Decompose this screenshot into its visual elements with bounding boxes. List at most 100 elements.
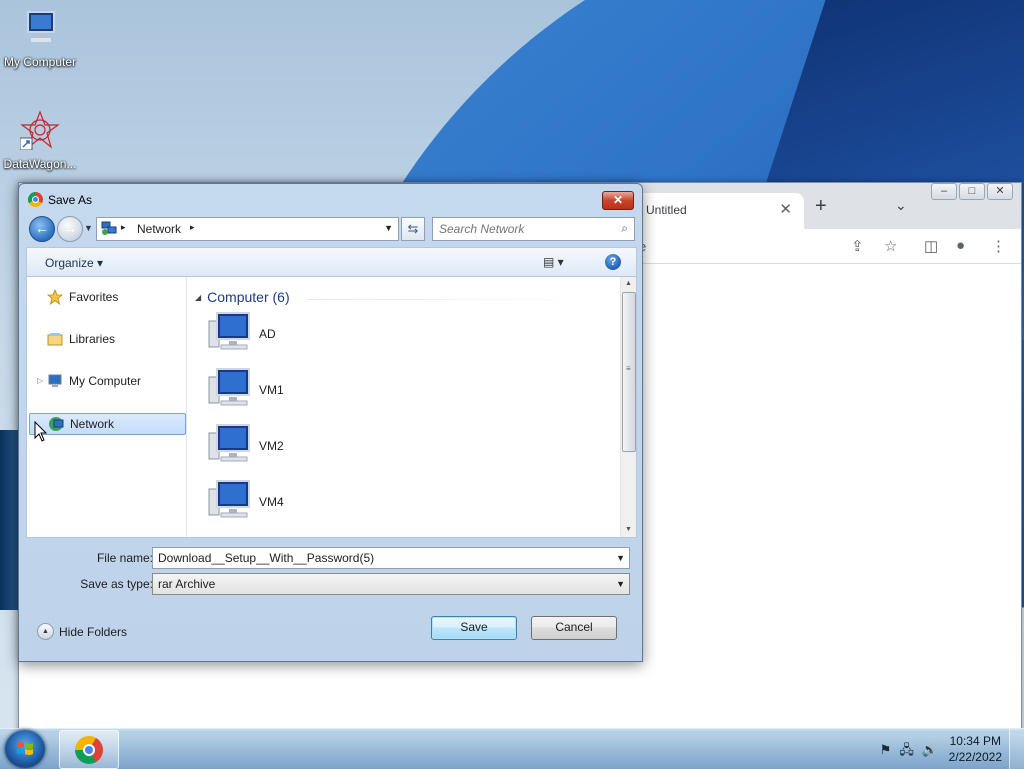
tab-title: Untitled [646, 203, 687, 217]
group-header[interactable]: ◢ Computer (6) [195, 289, 290, 305]
browser-tab[interactable]: Untitled ✕ [634, 193, 804, 229]
star-icon[interactable]: ☆ [884, 237, 897, 255]
save-type-value[interactable]: rar Archive [158, 577, 215, 591]
tab-close-icon[interactable]: ✕ [779, 200, 792, 218]
start-button[interactable] [5, 730, 45, 768]
profile-icon[interactable]: ● [956, 237, 965, 254]
system-tray: ⚑ 🖧 🔊 [872, 741, 938, 763]
dialog-body: Favorites Libraries ▷ My Computer Networ… [26, 276, 637, 538]
computer-name: VM1 [259, 383, 284, 397]
maximize-button[interactable]: □ [959, 183, 985, 200]
desktop-icon-label: My Computer [3, 55, 77, 69]
scroll-down-arrow-icon[interactable]: ▼ [621, 523, 636, 537]
clock-date: 2/22/2022 [948, 750, 1002, 764]
change-view-button[interactable]: ▤ ▾ [543, 255, 564, 269]
nav-item-label: Network [70, 417, 115, 431]
file-name-value[interactable]: Download__Setup__With__Password(5) [158, 551, 374, 565]
search-icon[interactable]: ⌕ [621, 221, 628, 236]
menu-icon[interactable]: ⋮ [991, 237, 1006, 255]
computer-icon [208, 424, 250, 462]
forward-button[interactable]: → [57, 216, 83, 242]
back-button[interactable]: ← [29, 216, 55, 242]
search-box[interactable]: ⌕ [432, 217, 635, 241]
close-window-button[interactable]: ✕ [987, 183, 1013, 200]
desktop-icon-my-computer[interactable]: My Computer [0, 8, 80, 69]
computer-icon [208, 368, 250, 406]
network-tray-icon[interactable]: 🖧 [899, 742, 914, 757]
list-item[interactable]: AD [205, 311, 405, 359]
command-bar: Organize ▾ ▤ ▾ ? [26, 247, 637, 277]
file-name-label: File name: [96, 551, 153, 565]
star-icon [47, 289, 63, 305]
chevron-up-icon: ▲ [37, 623, 54, 640]
nav-item-my-computer[interactable]: ▷ My Computer [29, 371, 184, 391]
file-list-pane: ◢ Computer (6) AD VM1 VM2 VM4 [187, 277, 621, 537]
save-as-dialog: Save As ✕ ← → ▼ ▸ Network ▸ ▼ ⇆ ⌕ Organi… [18, 183, 643, 662]
list-item[interactable]: VM2 [205, 423, 405, 471]
show-desktop-button[interactable] [1009, 729, 1024, 769]
collapse-triangle-icon[interactable]: ◢ [195, 293, 201, 302]
nav-item-favorites[interactable]: Favorites [29, 287, 184, 307]
share-icon[interactable]: ⇪ [851, 237, 864, 255]
taskbar-clock[interactable]: 10:34 PM 2/22/2022 [949, 733, 1002, 765]
network-icon [49, 417, 64, 431]
breadcrumb-separator-icon[interactable]: ▸ [190, 222, 195, 233]
organize-menu-button[interactable]: Organize ▾ [45, 256, 103, 270]
address-chevron-down-icon[interactable]: ▼ [384, 223, 393, 233]
save-type-row: Save as type: rar Archive ▼ [26, 573, 635, 595]
chrome-icon [75, 736, 103, 764]
new-tab-button[interactable]: + [815, 195, 827, 218]
cancel-button[interactable]: Cancel [531, 616, 617, 640]
computer-name: VM2 [259, 439, 284, 453]
computer-name: VM4 [259, 495, 284, 509]
file-name-field[interactable]: Download__Setup__With__Password(5) ▼ [152, 547, 630, 569]
navigation-pane: Favorites Libraries ▷ My Computer Networ… [27, 277, 187, 537]
computer-icon [208, 480, 250, 518]
dialog-titlebar[interactable]: Save As ✕ [19, 184, 642, 214]
search-input[interactable] [437, 220, 611, 238]
hide-folders-label: Hide Folders [59, 625, 128, 639]
list-item[interactable]: VM4 [205, 479, 405, 527]
refresh-button[interactable]: ⇆ [401, 217, 425, 241]
help-icon[interactable]: ? [605, 254, 621, 270]
vertical-scrollbar[interactable]: ▲ ≡ ▼ [620, 277, 636, 537]
taskbar-chrome-button[interactable] [59, 730, 119, 769]
save-type-select[interactable]: rar Archive ▼ [152, 573, 630, 595]
desktop-icon-datawagon[interactable]: DataWagon... [0, 110, 80, 171]
dialog-title: Save As [48, 193, 93, 207]
action-center-alert-icon[interactable]: ⚑ [880, 742, 892, 757]
file-name-row: File name: Download__Setup__With__Passwo… [26, 547, 635, 569]
tab-search-chevron-icon[interactable]: ⌄ [895, 197, 907, 214]
mouse-cursor-icon [34, 421, 48, 442]
network-icon [101, 221, 117, 235]
expand-arrow-icon[interactable]: ▷ [37, 376, 43, 385]
computer-icon [48, 374, 62, 387]
group-header-label: Computer (6) [207, 289, 290, 305]
datawagon-shortcut-icon [19, 110, 60, 151]
nav-item-libraries[interactable]: Libraries [29, 329, 184, 349]
windows-logo-icon [17, 742, 33, 755]
navigation-row: ← → ▼ ▸ Network ▸ ▼ ⇆ ⌕ [26, 216, 635, 242]
taskbar: ⚑ 🖧 🔊 10:34 PM 2/22/2022 [0, 728, 1024, 769]
nav-item-label: My Computer [69, 374, 142, 388]
list-item[interactable]: VM1 [205, 367, 405, 415]
file-name-chevron-down-icon[interactable]: ▼ [616, 553, 625, 563]
breadcrumb-separator-icon[interactable]: ▸ [121, 222, 126, 233]
volume-icon[interactable]: 🔊 [922, 742, 938, 757]
computer-name: AD [259, 327, 276, 341]
nav-item-network[interactable]: Network [29, 413, 186, 435]
address-bar[interactable]: ▸ Network ▸ ▼ [96, 217, 399, 241]
my-computer-icon [27, 11, 55, 42]
save-type-chevron-down-icon[interactable]: ▼ [616, 579, 625, 589]
scroll-thumb[interactable]: ≡ [622, 292, 636, 452]
clock-time: 10:34 PM [949, 734, 1001, 748]
scroll-up-arrow-icon[interactable]: ▲ [621, 277, 636, 291]
minimize-button[interactable]: ‒ [931, 183, 957, 200]
dialog-close-button[interactable]: ✕ [602, 191, 634, 210]
recent-locations-chevron-down-icon[interactable]: ▼ [84, 223, 93, 233]
save-button[interactable]: Save [431, 616, 517, 640]
nav-item-label: Libraries [69, 332, 116, 346]
sidepanel-icon[interactable]: ◫ [924, 237, 938, 255]
breadcrumb-network[interactable]: Network [137, 222, 181, 236]
group-divider [307, 299, 613, 300]
